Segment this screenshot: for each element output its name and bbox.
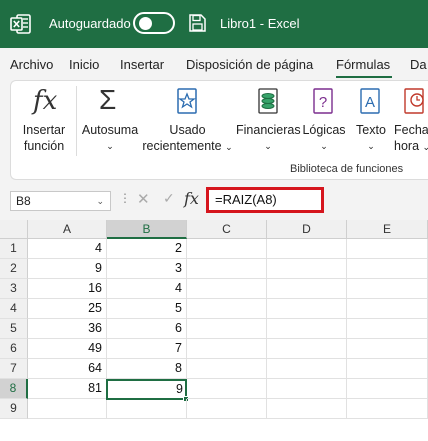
cell-a7[interactable]: 64 bbox=[28, 359, 107, 379]
cell-a4[interactable]: 25 bbox=[28, 299, 107, 319]
question-icon: ? bbox=[313, 88, 333, 114]
column-e-cells[interactable] bbox=[347, 239, 428, 419]
cell-a2[interactable]: 9 bbox=[28, 259, 107, 279]
chevron-down-icon: ⌄ bbox=[422, 142, 428, 152]
select-all-corner[interactable] bbox=[0, 220, 28, 239]
datetime-label-1: Fecha bbox=[394, 123, 428, 137]
row-header[interactable]: 6 bbox=[0, 339, 28, 359]
row-header-selected[interactable]: 8 bbox=[0, 379, 28, 399]
fx-icon: fx bbox=[33, 86, 58, 116]
text-a-icon: A bbox=[360, 88, 380, 114]
cancel-icon[interactable]: ✕ bbox=[137, 190, 150, 208]
cell-b7[interactable]: 8 bbox=[107, 359, 187, 379]
financial-label: Financieras bbox=[236, 123, 301, 137]
cell-a3[interactable]: 16 bbox=[28, 279, 107, 299]
row-header[interactable]: 1 bbox=[0, 239, 28, 259]
cell-b6[interactable]: 7 bbox=[107, 339, 187, 359]
cell-b3[interactable]: 4 bbox=[107, 279, 187, 299]
cell-b2[interactable]: 3 bbox=[107, 259, 187, 279]
cell-a8[interactable]: 81 bbox=[28, 379, 107, 399]
row-header[interactable]: 2 bbox=[0, 259, 28, 279]
more-options-icon[interactable]: ⋮ bbox=[119, 191, 131, 205]
excel-logo-icon bbox=[10, 14, 31, 34]
coins-icon bbox=[258, 88, 278, 114]
cell-b4[interactable]: 5 bbox=[107, 299, 187, 319]
ribbon-tabs: Archivo Inicio Insertar Disposición de p… bbox=[0, 48, 428, 78]
column-header-b[interactable]: B bbox=[107, 220, 187, 239]
autosave-label: Autoguardado bbox=[49, 16, 131, 31]
cell-a6[interactable]: 49 bbox=[28, 339, 107, 359]
cell-a9[interactable] bbox=[28, 399, 107, 419]
name-box[interactable]: B8 ⌄ bbox=[10, 191, 111, 211]
sigma-icon: Σ bbox=[99, 84, 117, 115]
logical-label: Lógicas bbox=[302, 123, 346, 137]
svg-text:A: A bbox=[365, 94, 375, 111]
row-header[interactable]: 3 bbox=[0, 279, 28, 299]
tab-formulas[interactable]: Fórmulas bbox=[336, 57, 390, 72]
insert-function-fx-button[interactable]: fx bbox=[184, 189, 199, 208]
text-label: Texto bbox=[356, 123, 386, 137]
tab-inicio[interactable]: Inicio bbox=[69, 57, 99, 72]
cell-b8-active[interactable]: 9 bbox=[106, 379, 187, 400]
title-bar: Autoguardado Libro1 - Excel bbox=[0, 0, 428, 48]
chevron-down-icon: ⌄ bbox=[264, 141, 272, 151]
document-title: Libro1 - Excel bbox=[220, 16, 300, 31]
chevron-down-icon[interactable]: ⌄ bbox=[96, 192, 104, 210]
autosum-label: Autosuma bbox=[81, 123, 139, 137]
column-header-a[interactable]: A bbox=[28, 220, 107, 239]
tab-insertar[interactable]: Insertar bbox=[120, 57, 164, 72]
tab-disposicion-pagina[interactable]: Disposición de página bbox=[186, 57, 313, 72]
datetime-label-2: hora bbox=[394, 139, 420, 153]
chevron-down-icon: ⌄ bbox=[225, 142, 233, 152]
cell-a5[interactable]: 36 bbox=[28, 319, 107, 339]
tab-archivo[interactable]: Archivo bbox=[10, 57, 53, 72]
enter-check-icon[interactable]: ✓ bbox=[163, 190, 175, 207]
save-icon[interactable] bbox=[187, 13, 207, 33]
column-header-e[interactable]: E bbox=[347, 220, 428, 239]
row-header[interactable]: 4 bbox=[0, 299, 28, 319]
star-book-icon bbox=[177, 88, 197, 114]
function-library-group-label: Biblioteca de funciones bbox=[290, 163, 404, 175]
insert-function-label-2: función bbox=[23, 139, 65, 153]
recently-used-label-2: recientemente bbox=[142, 139, 222, 153]
recently-used-label-1: Usado bbox=[169, 123, 206, 137]
column-d-cells[interactable] bbox=[267, 239, 347, 419]
row-header[interactable]: 9 bbox=[0, 399, 28, 419]
name-box-value: B8 bbox=[16, 194, 31, 208]
insert-function-label-1: Insertar bbox=[22, 123, 66, 137]
formula-input[interactable]: =RAIZ(A8) bbox=[206, 187, 324, 213]
clock-icon bbox=[404, 88, 424, 114]
cell-b9[interactable] bbox=[107, 399, 187, 419]
cell-b5[interactable]: 6 bbox=[107, 319, 187, 339]
autosave-toggle[interactable] bbox=[133, 12, 175, 34]
chevron-down-icon: ⌄ bbox=[106, 141, 114, 151]
ribbon-separator bbox=[76, 86, 77, 156]
cell-a1[interactable]: 4 bbox=[28, 239, 107, 259]
chevron-down-icon: ⌄ bbox=[320, 141, 328, 151]
column-header-c[interactable]: C bbox=[187, 220, 267, 239]
row-header[interactable]: 5 bbox=[0, 319, 28, 339]
column-header-d[interactable]: D bbox=[267, 220, 347, 239]
svg-text:?: ? bbox=[319, 94, 327, 111]
chevron-down-icon: ⌄ bbox=[367, 141, 375, 151]
toggle-knob bbox=[139, 17, 152, 30]
cell-b1[interactable]: 2 bbox=[107, 239, 187, 259]
row-header[interactable]: 7 bbox=[0, 359, 28, 379]
tab-datos[interactable]: Da bbox=[410, 57, 427, 72]
column-c-cells[interactable] bbox=[187, 239, 267, 419]
